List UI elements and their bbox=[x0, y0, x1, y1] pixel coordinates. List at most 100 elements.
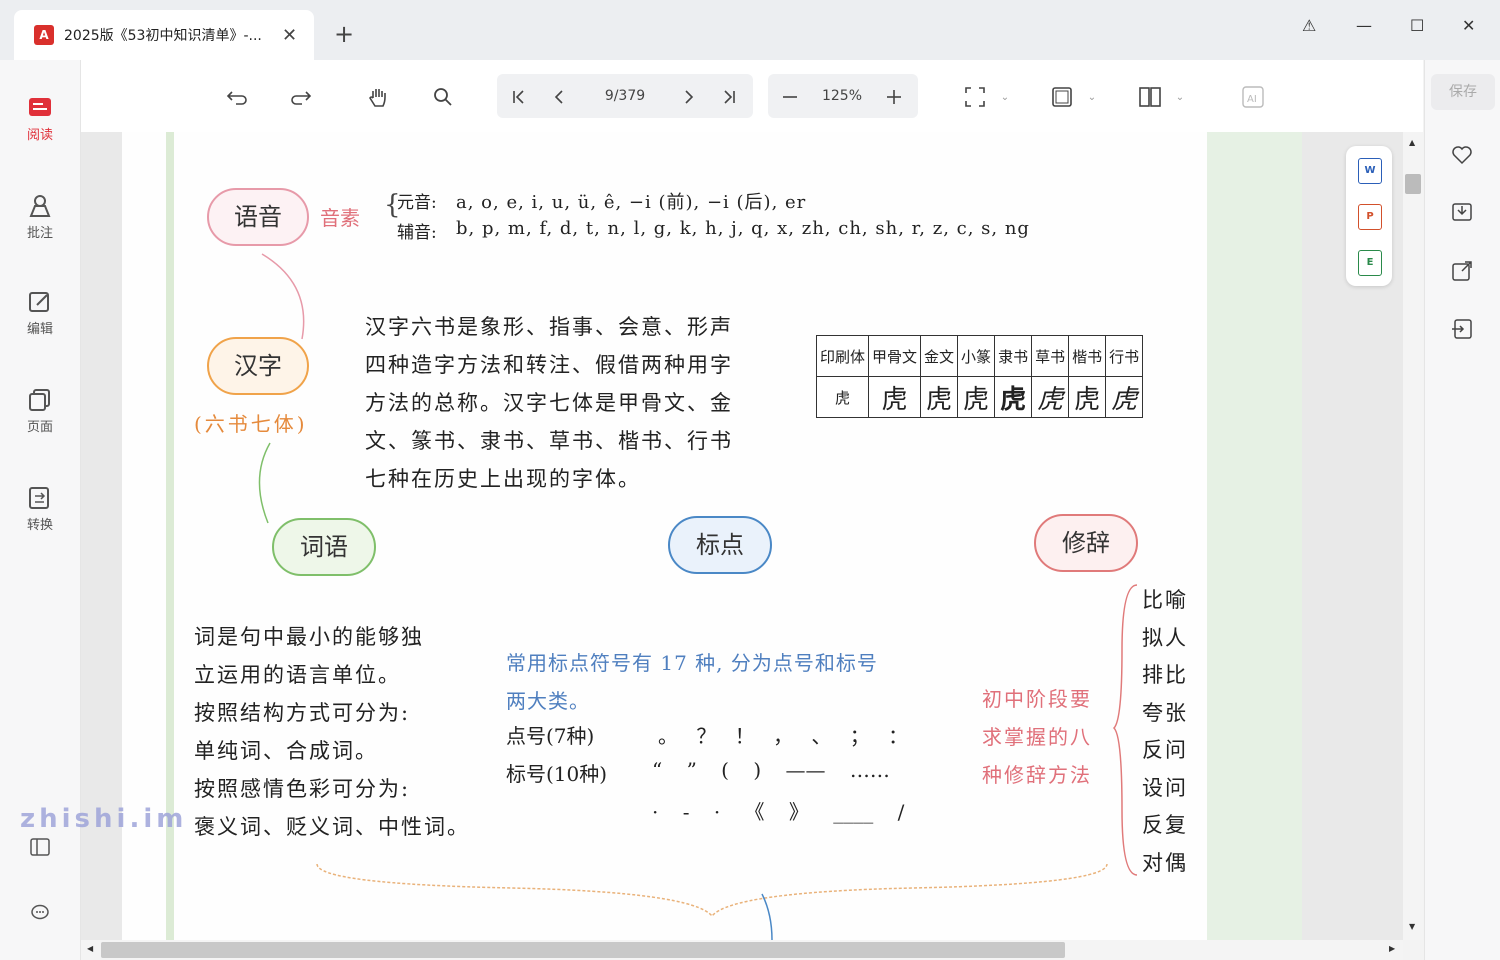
scroll-up-icon[interactable]: ▲ bbox=[1409, 138, 1415, 147]
xiuci-list: 比喻 拟人 排比 夸张 反问 设问 反复 对偶 bbox=[1142, 582, 1188, 882]
zoom-level[interactable]: 125% bbox=[814, 88, 870, 104]
annotate-icon bbox=[29, 195, 51, 217]
next-page-button[interactable] bbox=[675, 84, 703, 110]
liushu-label: (六书七体) bbox=[194, 412, 308, 436]
vertical-scrollbar[interactable]: ▲ ▼ bbox=[1403, 132, 1423, 940]
chevron-down-icon[interactable]: ⌄ bbox=[1078, 84, 1106, 110]
sidebar-item-annotate[interactable]: 批注 bbox=[0, 194, 80, 241]
chevron-down-icon[interactable]: ⌄ bbox=[1166, 84, 1194, 110]
list-item: 对偶 bbox=[1142, 850, 1188, 875]
dianhao-marks: 。 ？ ！ ， 、 ； ： bbox=[658, 724, 909, 748]
right-panel: 保存 bbox=[1424, 60, 1500, 960]
bubble-ciyu: 词语 bbox=[272, 518, 376, 576]
save-button[interactable]: 保存 bbox=[1431, 74, 1495, 110]
new-tab-button[interactable]: + bbox=[334, 20, 354, 48]
last-page-button[interactable] bbox=[715, 84, 743, 110]
text-line: 单纯词、合成词。 bbox=[194, 739, 378, 763]
minimize-button[interactable]: — bbox=[1356, 16, 1372, 35]
sidebar-label: 转换 bbox=[26, 518, 53, 533]
close-window-button[interactable]: ✕ bbox=[1462, 16, 1475, 35]
download-icon[interactable] bbox=[1451, 200, 1473, 222]
text-line: 求掌握的八 bbox=[982, 725, 1092, 749]
zoom-in-button[interactable] bbox=[880, 84, 908, 110]
text-line: 文、篆书、隶书、草书、楷书、行书 bbox=[365, 429, 733, 453]
table-header: 楷书 bbox=[1068, 335, 1107, 377]
fit-icon bbox=[1052, 87, 1072, 107]
table-header: 小篆 bbox=[957, 335, 996, 377]
comment-icon[interactable] bbox=[30, 904, 50, 922]
script-table: 印刷体 甲骨文 金文 小篆 隶书 草书 楷书 行书 虎 虎 虎 虎 虎 虎 虎 … bbox=[815, 335, 1144, 418]
plus-icon bbox=[887, 90, 901, 104]
bubble-biaodian: 标点 bbox=[668, 516, 772, 574]
document-tab[interactable]: A 2025版《53初中知识清单》-... ✕ bbox=[14, 10, 314, 60]
page-navigation: 9/379 bbox=[497, 74, 753, 118]
hanzi-paragraph: 汉字六书是象形、指事、会意、形声 四种造字方法和转注、假借两种用字 方法的总称。… bbox=[365, 308, 733, 498]
scroll-down-icon[interactable]: ▼ bbox=[1409, 922, 1415, 931]
feedback-icon[interactable]: ⚠ bbox=[1302, 16, 1316, 35]
redo-icon bbox=[291, 91, 312, 105]
previous-page-button[interactable] bbox=[545, 84, 573, 110]
table-header: 行书 bbox=[1105, 335, 1144, 377]
text-line: 按照感情色彩可分为: bbox=[194, 777, 411, 801]
search-button[interactable] bbox=[429, 84, 457, 110]
maximize-button[interactable]: ☐ bbox=[1410, 16, 1424, 35]
chevron-down-icon[interactable]: ⌄ bbox=[991, 84, 1019, 110]
consonants-label: 辅音: bbox=[397, 223, 437, 243]
hand-tool-button[interactable] bbox=[364, 84, 392, 110]
sidebar-item-convert[interactable]: 转换 bbox=[0, 486, 80, 533]
scroll-right-icon[interactable]: ▶ bbox=[1389, 944, 1395, 953]
sidebar-item-edit[interactable]: 编辑 bbox=[0, 290, 80, 337]
pdf-page: 语音 音素 { 元音: a, o, e, i, u, ü, ê, −i (前),… bbox=[122, 132, 1302, 940]
table-cell: 虎 bbox=[920, 376, 959, 418]
minus-icon bbox=[783, 96, 797, 98]
read-icon bbox=[29, 98, 51, 116]
export-icon[interactable] bbox=[1451, 318, 1473, 340]
horizontal-scrollbar[interactable]: ◀ ▶ bbox=[81, 940, 1403, 960]
vertical-scroll-thumb[interactable] bbox=[1405, 174, 1421, 194]
biaohao-label: 标号(10种) bbox=[506, 762, 608, 786]
biaohao-marks-2: · - · 《 》 ____ / bbox=[652, 800, 905, 824]
sidebar-label: 编辑 bbox=[26, 322, 53, 337]
text-line: 四种造字方法和转注、假借两种用字 bbox=[365, 353, 733, 377]
to-ppt-icon[interactable]: P bbox=[1358, 204, 1382, 230]
text-line: 方法的总称。汉字七体是甲骨文、金 bbox=[365, 391, 733, 415]
first-page-button[interactable] bbox=[505, 84, 533, 110]
bottom-brace bbox=[316, 863, 1108, 940]
table-header: 印刷体 bbox=[815, 335, 870, 377]
convert-icon bbox=[29, 487, 49, 509]
list-item: 拟人 bbox=[1142, 625, 1188, 650]
sidebar-item-read[interactable]: 阅读 bbox=[0, 96, 80, 143]
zoom-out-button[interactable] bbox=[776, 84, 804, 110]
fit-width-button[interactable] bbox=[1048, 84, 1076, 110]
to-word-icon[interactable]: W bbox=[1358, 158, 1382, 184]
page-number-input[interactable]: 9/379 bbox=[595, 88, 655, 104]
close-tab-icon[interactable]: ✕ bbox=[282, 25, 297, 46]
connector-green bbox=[258, 442, 271, 524]
last-page-icon bbox=[724, 90, 735, 104]
title-bar: A 2025版《53初中知识清单》-... ✕ + ⚠ — ☐ ✕ bbox=[0, 0, 1500, 60]
redo-button[interactable] bbox=[287, 84, 315, 110]
fullscreen-icon bbox=[965, 87, 985, 107]
sidebar-item-pages[interactable]: 页面 bbox=[0, 388, 80, 435]
undo-button[interactable] bbox=[223, 84, 251, 110]
favorite-icon[interactable] bbox=[1451, 144, 1473, 166]
scroll-left-icon[interactable]: ◀ bbox=[87, 944, 93, 953]
brace-red bbox=[1112, 584, 1138, 876]
fit-page-button[interactable] bbox=[961, 84, 989, 110]
panel-toggle-icon[interactable] bbox=[30, 838, 50, 856]
hand-icon bbox=[369, 89, 386, 107]
text-line: 褒义词、贬义词、中性词。 bbox=[194, 815, 470, 839]
tab-title: 2025版《53初中知识清单》-... bbox=[64, 28, 262, 44]
biaodian-intro: 常用标点符号有 17 种, 分为点号和标号 两大类。 bbox=[506, 644, 878, 720]
ai-button[interactable]: AI bbox=[1239, 84, 1267, 110]
zoom-control: 125% bbox=[768, 74, 918, 118]
share-icon[interactable] bbox=[1451, 260, 1473, 282]
edit-icon bbox=[29, 292, 49, 312]
horizontal-scroll-thumb[interactable] bbox=[101, 942, 1065, 958]
consonants: b, p, m, f, d, t, n, l, g, k, h, j, q, x… bbox=[456, 218, 1030, 239]
document-viewer[interactable]: 语音 音素 { 元音: a, o, e, i, u, ü, ê, −i (前),… bbox=[81, 132, 1403, 940]
dianhao-label: 点号(7种) bbox=[506, 724, 595, 748]
table-header: 草书 bbox=[1031, 335, 1070, 377]
page-layout-button[interactable] bbox=[1136, 84, 1164, 110]
to-excel-icon[interactable]: E bbox=[1358, 250, 1382, 276]
